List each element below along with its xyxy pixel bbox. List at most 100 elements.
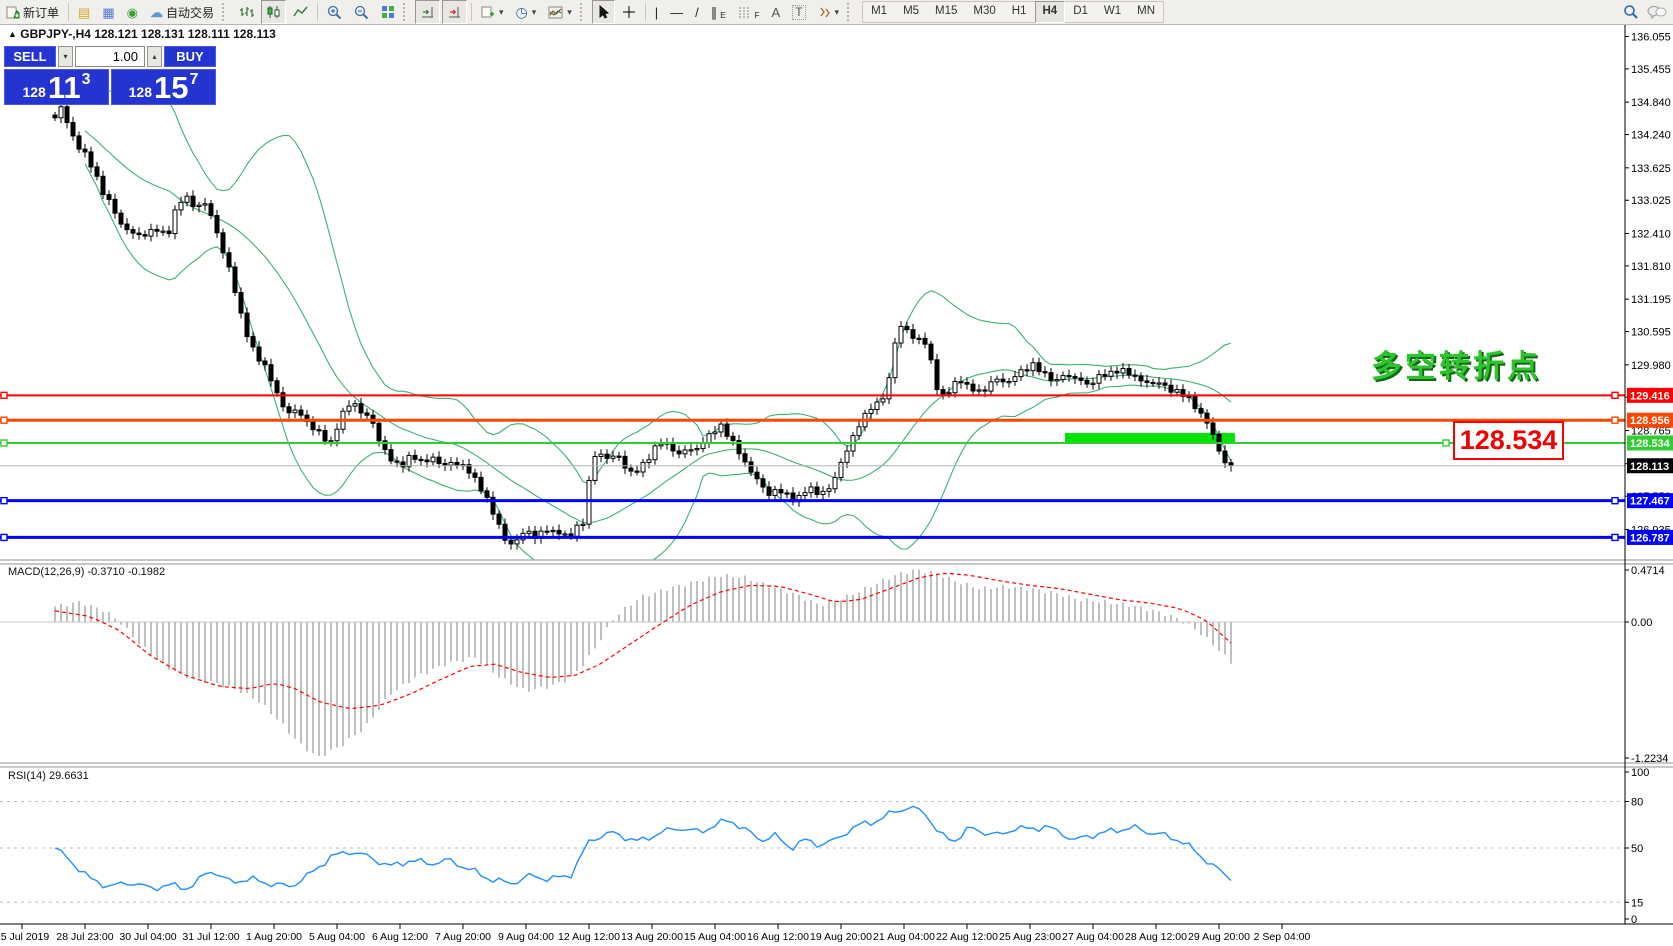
sell-price-prefix: 128 [22, 84, 45, 100]
tile-windows-icon [381, 5, 395, 19]
svg-text:21 Aug 04:00: 21 Aug 04:00 [873, 931, 935, 943]
svg-text:128.113: 128.113 [1630, 461, 1669, 473]
mt4-window: 新订单 ▤ ▦ ◉ ☁ 自动交易 [0, 0, 1673, 946]
tf-h1-button[interactable]: H1 [1004, 1, 1035, 23]
svg-text:126.787: 126.787 [1630, 532, 1670, 544]
zoom-in-button[interactable] [322, 0, 347, 24]
svg-text:25 Aug 23:00: 25 Aug 23:00 [999, 931, 1061, 943]
svg-text:13 Aug 20:00: 13 Aug 20:00 [621, 931, 683, 943]
svg-text:16 Aug 12:00: 16 Aug 12:00 [747, 931, 809, 943]
vertical-line-tool-button[interactable]: | [650, 0, 663, 24]
candlestick-chart-icon [266, 5, 281, 19]
zoom-out-icon [354, 5, 369, 20]
cursor-tool-button[interactable] [592, 0, 615, 24]
sell-price-main: 11 [48, 73, 81, 103]
timeframe-toolbar: M1 M5 M15 M30 H1 H4 D1 W1 MN [862, 1, 1164, 23]
candlestick-chart-button[interactable] [261, 0, 286, 24]
dropdown-caret-icon: ▾ [499, 7, 504, 18]
autotrading-button[interactable]: ☁ 自动交易 [145, 0, 219, 24]
svg-text:130.595: 130.595 [1631, 327, 1671, 339]
signal-icon: ◉ [127, 6, 138, 19]
arrows-tool-button[interactable]: ▾ [813, 0, 845, 24]
svg-text:80: 80 [1631, 797, 1643, 809]
svg-text:12 Aug 12:00: 12 Aug 12:00 [558, 931, 620, 943]
tf-m15-button[interactable]: M15 [927, 1, 965, 23]
channel-e-label: E [720, 11, 725, 20]
zoom-out-button[interactable] [349, 0, 374, 24]
sell-price-button[interactable]: 128 11 3 [4, 69, 109, 105]
tf-mn-button[interactable]: MN [1129, 1, 1163, 23]
data-folder-button[interactable]: ▤ [73, 0, 95, 24]
svg-text:5 Aug 04:00: 5 Aug 04:00 [309, 931, 365, 943]
volume-input[interactable] [75, 46, 145, 67]
svg-text:131.810: 131.810 [1631, 261, 1671, 273]
fibonacci-f-label: F [755, 11, 760, 20]
text-label-tool-button[interactable]: T [787, 0, 810, 24]
new-chart-window-button[interactable]: ▦ [97, 0, 119, 24]
new-chart-dropdown-button[interactable]: ▾ [476, 0, 509, 24]
buy-price-button[interactable]: 128 15 7 [111, 69, 216, 105]
bar-chart-button[interactable] [234, 0, 259, 24]
chart-area[interactable]: 136.055135.455134.840134.240133.625133.0… [0, 0, 1673, 946]
svg-text:31 Jul 12:00: 31 Jul 12:00 [182, 931, 239, 943]
svg-text:15 Aug 04:00: 15 Aug 04:00 [684, 931, 746, 943]
dropdown-caret-icon: ▾ [567, 7, 572, 18]
svg-text:28 Jul 23:00: 28 Jul 23:00 [56, 931, 113, 943]
auto-scroll-button[interactable] [415, 0, 440, 24]
indicators-dropdown-button[interactable]: ▾ [543, 0, 577, 24]
symbol-name: GBPJPY-,H4 [20, 27, 91, 41]
channel-tool-button[interactable]: ∥E [706, 0, 731, 24]
horizontal-line-tool-button[interactable]: — [665, 0, 688, 24]
svg-text:127.467: 127.467 [1630, 496, 1670, 508]
chart-shift-icon [447, 5, 462, 19]
text-icon: A [772, 6, 781, 19]
tf-w1-button[interactable]: W1 [1096, 1, 1129, 23]
indicators-icon [548, 6, 563, 19]
cursor-icon [597, 5, 610, 19]
svg-text:133.025: 133.025 [1631, 195, 1671, 207]
symbol-ohlc-values: 128.121 128.131 128.111 128.113 [94, 27, 276, 41]
volume-decrease-button[interactable]: ▾ [58, 46, 73, 67]
signals-button[interactable]: ◉ [122, 0, 143, 24]
svg-text:7 Aug 20:00: 7 Aug 20:00 [435, 931, 491, 943]
chat-icon[interactable] [1647, 5, 1667, 20]
text-tool-button[interactable]: A [767, 0, 786, 24]
svg-text:19 Aug 20:00: 19 Aug 20:00 [810, 931, 872, 943]
svg-text:27 Aug 04:00: 27 Aug 04:00 [1062, 931, 1124, 943]
sell-button[interactable]: SELL [4, 46, 56, 67]
trendline-icon: / [695, 6, 699, 19]
line-chart-button[interactable] [288, 0, 313, 24]
new-order-button[interactable]: 新订单 [1, 0, 64, 24]
chart-shift-button[interactable] [442, 0, 467, 24]
tf-m30-button[interactable]: M30 [965, 1, 1003, 23]
tf-m1-button[interactable]: M1 [863, 1, 895, 23]
tile-windows-button[interactable] [376, 0, 400, 24]
symbol-ohlc-bar: ▲ GBPJPY-,H4 128.121 128.131 128.111 128… [8, 27, 276, 41]
zoom-in-icon [327, 5, 342, 20]
trendline-tool-button[interactable]: / [690, 0, 704, 24]
search-icon[interactable] [1623, 4, 1639, 20]
tf-m5-button[interactable]: M5 [895, 1, 927, 23]
svg-text:132.410: 132.410 [1631, 228, 1671, 240]
horizontal-line-icon: — [670, 6, 683, 19]
price-tag: 129.416 [1627, 388, 1673, 403]
svg-text:136.055: 136.055 [1631, 31, 1671, 43]
rsi-indicator-label: RSI(14) 29.6631 [8, 770, 89, 782]
tf-h4-button[interactable]: H4 [1035, 1, 1066, 23]
fibonacci-tool-button[interactable]: F [733, 0, 765, 24]
svg-text:0.00: 0.00 [1631, 617, 1652, 629]
macd-indicator-label: MACD(12,26,9) -0.3710 -0.1982 [8, 566, 165, 578]
text-label-icon: T [792, 5, 805, 20]
svg-text:50: 50 [1631, 843, 1643, 855]
new-order-icon [6, 5, 20, 19]
crosshair-tool-button[interactable] [617, 0, 641, 24]
buy-button[interactable]: BUY [164, 46, 216, 67]
period-dropdown-button[interactable]: ◷ ▾ [511, 0, 542, 24]
price-callout-box: 128.534 [1453, 421, 1564, 460]
volume-increase-button[interactable]: ▴ [147, 46, 162, 67]
svg-text:9 Aug 04:00: 9 Aug 04:00 [498, 931, 554, 943]
svg-text:131.195: 131.195 [1631, 294, 1671, 306]
symbol-marker-icon: ▲ [8, 29, 17, 39]
tf-d1-button[interactable]: D1 [1065, 1, 1096, 23]
arrows-icon [818, 6, 831, 19]
